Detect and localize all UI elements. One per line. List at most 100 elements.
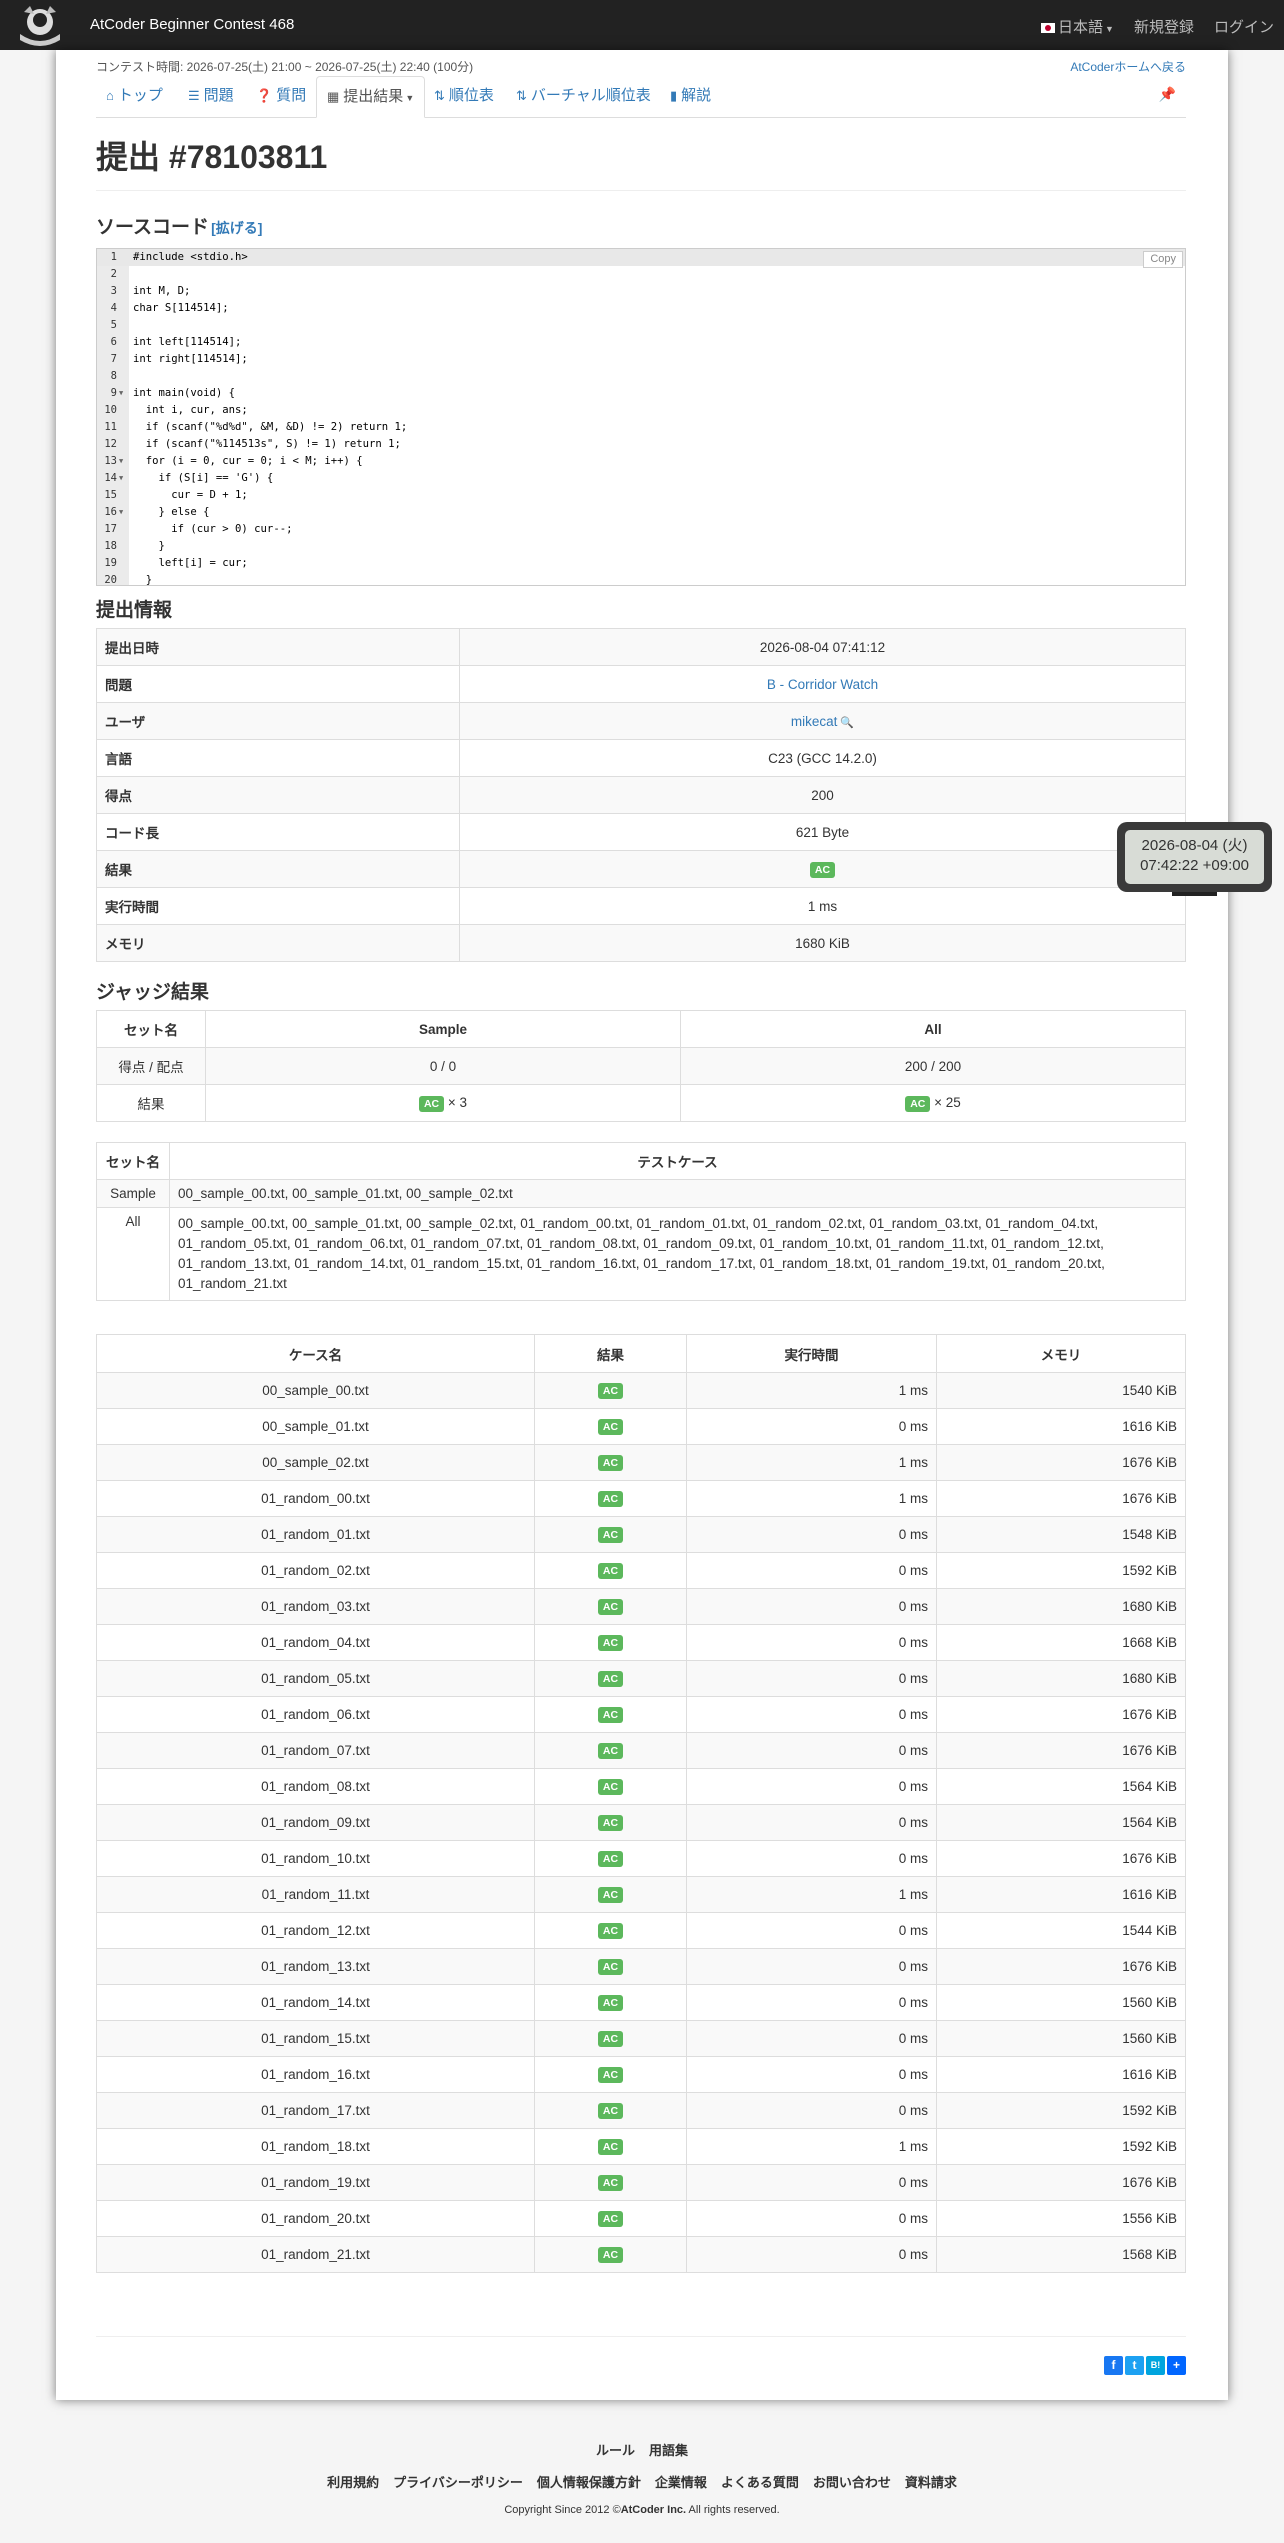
- footer-link[interactable]: 個人情報保護方針: [537, 2475, 641, 2490]
- fold-toggle-icon[interactable]: ▼: [119, 470, 123, 487]
- expand-link[interactable]: [拡げる]: [211, 220, 262, 236]
- signup-link[interactable]: 新規登録: [1134, 16, 1194, 37]
- case-memory: 1568 KiB: [936, 2236, 1186, 2273]
- fixed-clock-widget[interactable]: 2026-08-04 (火) 07:42:22 +09:00: [1117, 822, 1272, 896]
- count-all: × 25: [934, 1094, 961, 1110]
- case-exec-time: 0 ms: [686, 2020, 937, 2057]
- case-name: 01_random_19.txt: [96, 2164, 535, 2201]
- pin-icon[interactable]: 📌: [1159, 86, 1176, 103]
- code-text: }: [133, 540, 165, 552]
- ac-badge: AC: [597, 1563, 624, 1579]
- atcoder-logo-icon[interactable]: [14, 4, 66, 46]
- divider: [96, 2336, 1186, 2337]
- code-text: cur = D + 1;: [133, 489, 248, 501]
- case-result: AC: [534, 2020, 687, 2057]
- tab-tasks[interactable]: ☰ 問題: [178, 76, 244, 116]
- case-memory: 1560 KiB: [936, 2020, 1186, 2057]
- tab-submissions[interactable]: ▦ 提出結果 ▼: [316, 76, 426, 118]
- login-link[interactable]: ログイン: [1214, 16, 1274, 37]
- footer-link[interactable]: お問い合わせ: [813, 2475, 891, 2490]
- info-key: 得点: [96, 776, 460, 814]
- hatena-bookmark-icon[interactable]: B!: [1146, 2356, 1165, 2375]
- tab-standings[interactable]: ⇅ 順位表: [424, 76, 504, 116]
- source-code-editor[interactable]: 1 #include <stdio.h> 2 3 int M, D; 4 char S[11…: [96, 248, 1186, 586]
- case-result: AC: [534, 1768, 687, 1805]
- fold-toggle-icon[interactable]: ▼: [119, 385, 123, 402]
- case-memory: 1616 KiB: [936, 2056, 1186, 2093]
- main-container: コンテスト時間: 2026-07-25(土) 21:00 ~ 2026-07-2…: [56, 50, 1228, 2400]
- footer-link[interactable]: ルール: [596, 2443, 635, 2458]
- facebook-icon[interactable]: f: [1104, 2356, 1123, 2375]
- info-key: 問題: [96, 665, 460, 703]
- ac-badge: AC: [597, 2031, 624, 2047]
- code-line: 14 ▼ if (S[i] == 'G') {: [97, 470, 1185, 487]
- code-line: 16 ▼ } else {: [97, 504, 1185, 521]
- code-text: char S[114514];: [133, 302, 229, 314]
- result-label: 結果: [96, 1084, 206, 1122]
- line-number: 5: [110, 319, 117, 331]
- line-number: 4: [110, 302, 117, 314]
- code-text: #include <stdio.h>: [133, 251, 248, 263]
- line-number: 3: [110, 285, 117, 297]
- code-line: 20 }: [97, 572, 1185, 585]
- case-name: 01_random_00.txt: [96, 1480, 535, 1517]
- case-memory: 1556 KiB: [936, 2200, 1186, 2237]
- case-result: AC: [534, 1624, 687, 1661]
- table-row: 01_random_01.txt AC 0 ms 1548 KiB: [96, 1516, 1186, 1553]
- case-exec-time: 1 ms: [686, 1876, 937, 1913]
- user-link[interactable]: mikecat: [791, 714, 838, 729]
- tab-virtual-standings[interactable]: ⇅ バーチャル順位表: [506, 76, 661, 116]
- tab-label: バーチャル順位表: [530, 87, 651, 104]
- source-code-heading: ソースコード [拡げる]: [96, 212, 262, 239]
- copyright-prefix: Copyright Since 2012 ©: [504, 2504, 621, 2516]
- case-exec-time: 0 ms: [686, 1912, 937, 1949]
- clock-date: 2026-08-04 (火): [1141, 837, 1248, 854]
- case-result: AC: [534, 1480, 687, 1517]
- tab-editorial[interactable]: ▮ 解説: [660, 76, 721, 116]
- info-key: ユーザ: [96, 702, 460, 740]
- footer-link[interactable]: よくある質問: [721, 2475, 799, 2490]
- footer-link[interactable]: 用語集: [649, 2443, 688, 2458]
- test-cases-table: ケース名 結果 実行時間 メモリ 00_sample_00.txt AC 1 ms 1…: [96, 1334, 1186, 2273]
- problem-link[interactable]: B - Corridor Watch: [767, 677, 878, 692]
- case-exec-time: 0 ms: [686, 1552, 937, 1589]
- share-plus-icon[interactable]: +: [1167, 2356, 1186, 2375]
- footer-link[interactable]: プライバシーポリシー: [393, 2475, 523, 2490]
- tab-clarifications[interactable]: ❓ 質問: [246, 76, 316, 116]
- line-number: 2: [110, 268, 117, 280]
- code-line: 4 char S[114514];: [97, 300, 1185, 317]
- line-number: 11: [104, 421, 117, 433]
- fold-toggle-icon[interactable]: ▼: [119, 504, 123, 521]
- search-icon[interactable]: 🔍: [837, 717, 854, 729]
- code-text: } else {: [133, 506, 210, 518]
- fold-toggle-icon[interactable]: ▼: [119, 453, 123, 470]
- table-row: 01_random_14.txt AC 0 ms 1560 KiB: [96, 1984, 1186, 2021]
- case-exec-time: 0 ms: [686, 1696, 937, 1733]
- judge-result-heading: ジャッジ結果: [96, 982, 210, 1003]
- copyright-suffix: All rights reserved.: [686, 2504, 780, 2516]
- copy-button[interactable]: Copy: [1143, 251, 1183, 268]
- contest-brand[interactable]: AtCoder Beginner Contest 468: [90, 16, 294, 33]
- footer-link[interactable]: 資料請求: [905, 2475, 957, 2490]
- table-row: 00_sample_02.txt AC 1 ms 1676 KiB: [96, 1444, 1186, 1481]
- info-value: C23 (GCC 14.2.0): [459, 739, 1186, 777]
- info-row: 問題 B - Corridor Watch: [96, 665, 1186, 703]
- ac-badge: AC: [597, 1599, 624, 1615]
- ac-badge: AC: [418, 1095, 445, 1112]
- case-name: 01_random_13.txt: [96, 1948, 535, 1985]
- case-memory: 1616 KiB: [936, 1408, 1186, 1445]
- tab-top[interactable]: ⌂ トップ: [96, 76, 173, 116]
- table-row: 01_random_20.txt AC 0 ms 1556 KiB: [96, 2200, 1186, 2237]
- set-name: Sample: [96, 1179, 170, 1208]
- footer-link[interactable]: 企業情報: [655, 2475, 707, 2490]
- line-number: 15: [104, 489, 117, 501]
- case-exec-time: 0 ms: [686, 2200, 937, 2237]
- case-memory: 1676 KiB: [936, 1840, 1186, 1877]
- atcoder-home-link[interactable]: AtCoderホームへ戻る: [1070, 58, 1186, 75]
- footer-link[interactable]: 利用規約: [327, 2475, 379, 2490]
- twitter-icon[interactable]: t: [1125, 2356, 1144, 2375]
- col-sample: Sample: [205, 1010, 681, 1048]
- table-row: 01_random_12.txt AC 0 ms 1544 KiB: [96, 1912, 1186, 1949]
- language-selector[interactable]: 日本語 ▼: [1041, 16, 1114, 37]
- share-buttons: f t B! +: [1104, 2356, 1186, 2375]
